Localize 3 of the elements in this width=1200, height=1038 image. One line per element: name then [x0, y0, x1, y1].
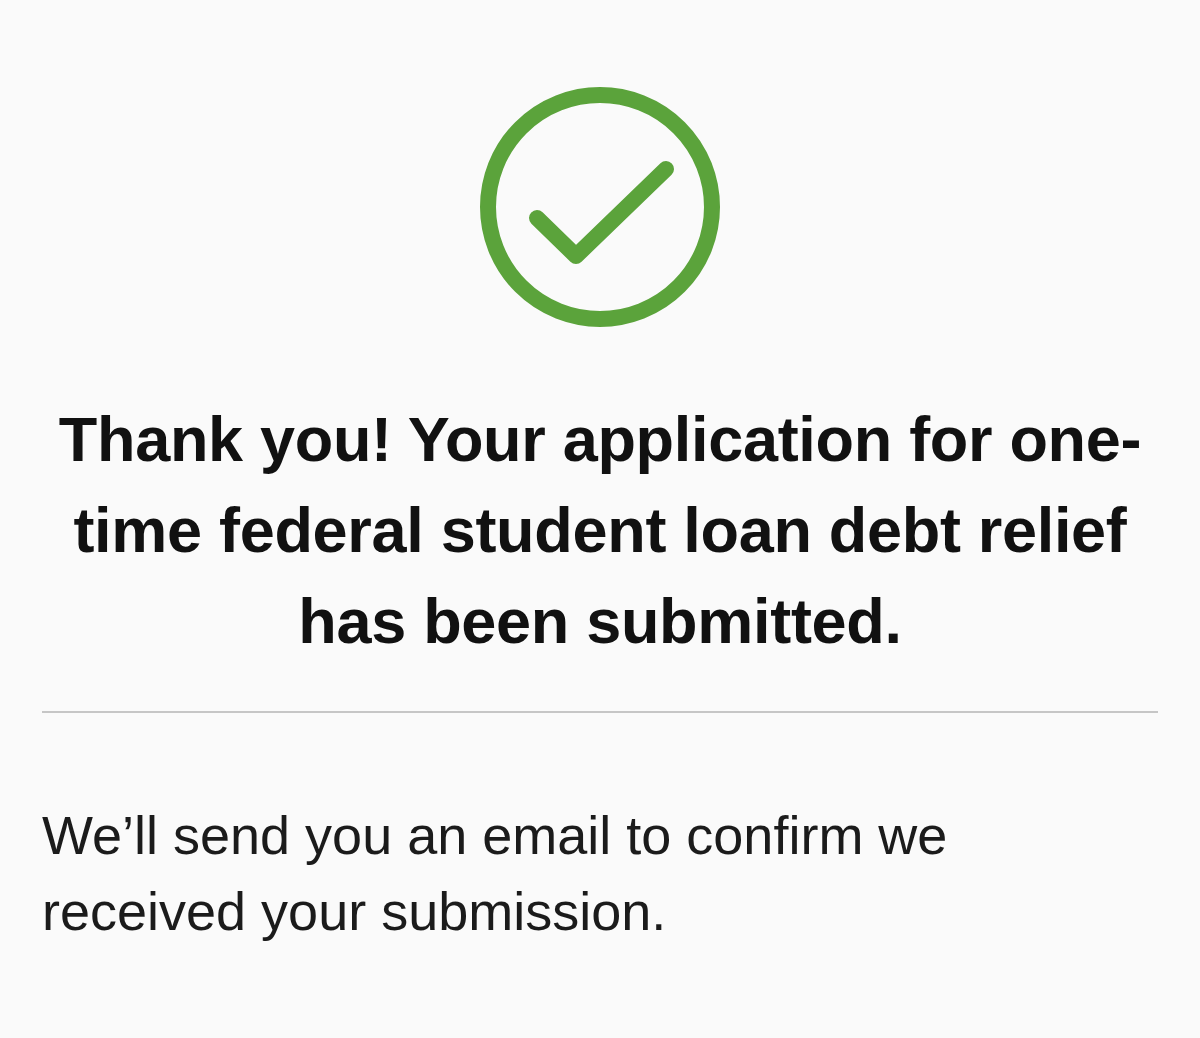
check-circle-icon — [480, 87, 720, 327]
confirmation-message: We’ll send you an email to confirm we received your submission. — [42, 804, 949, 943]
confirmation-heading: Thank you! Your application for one-time federal student loan debt relief has been submitted. — [57, 403, 1143, 658]
